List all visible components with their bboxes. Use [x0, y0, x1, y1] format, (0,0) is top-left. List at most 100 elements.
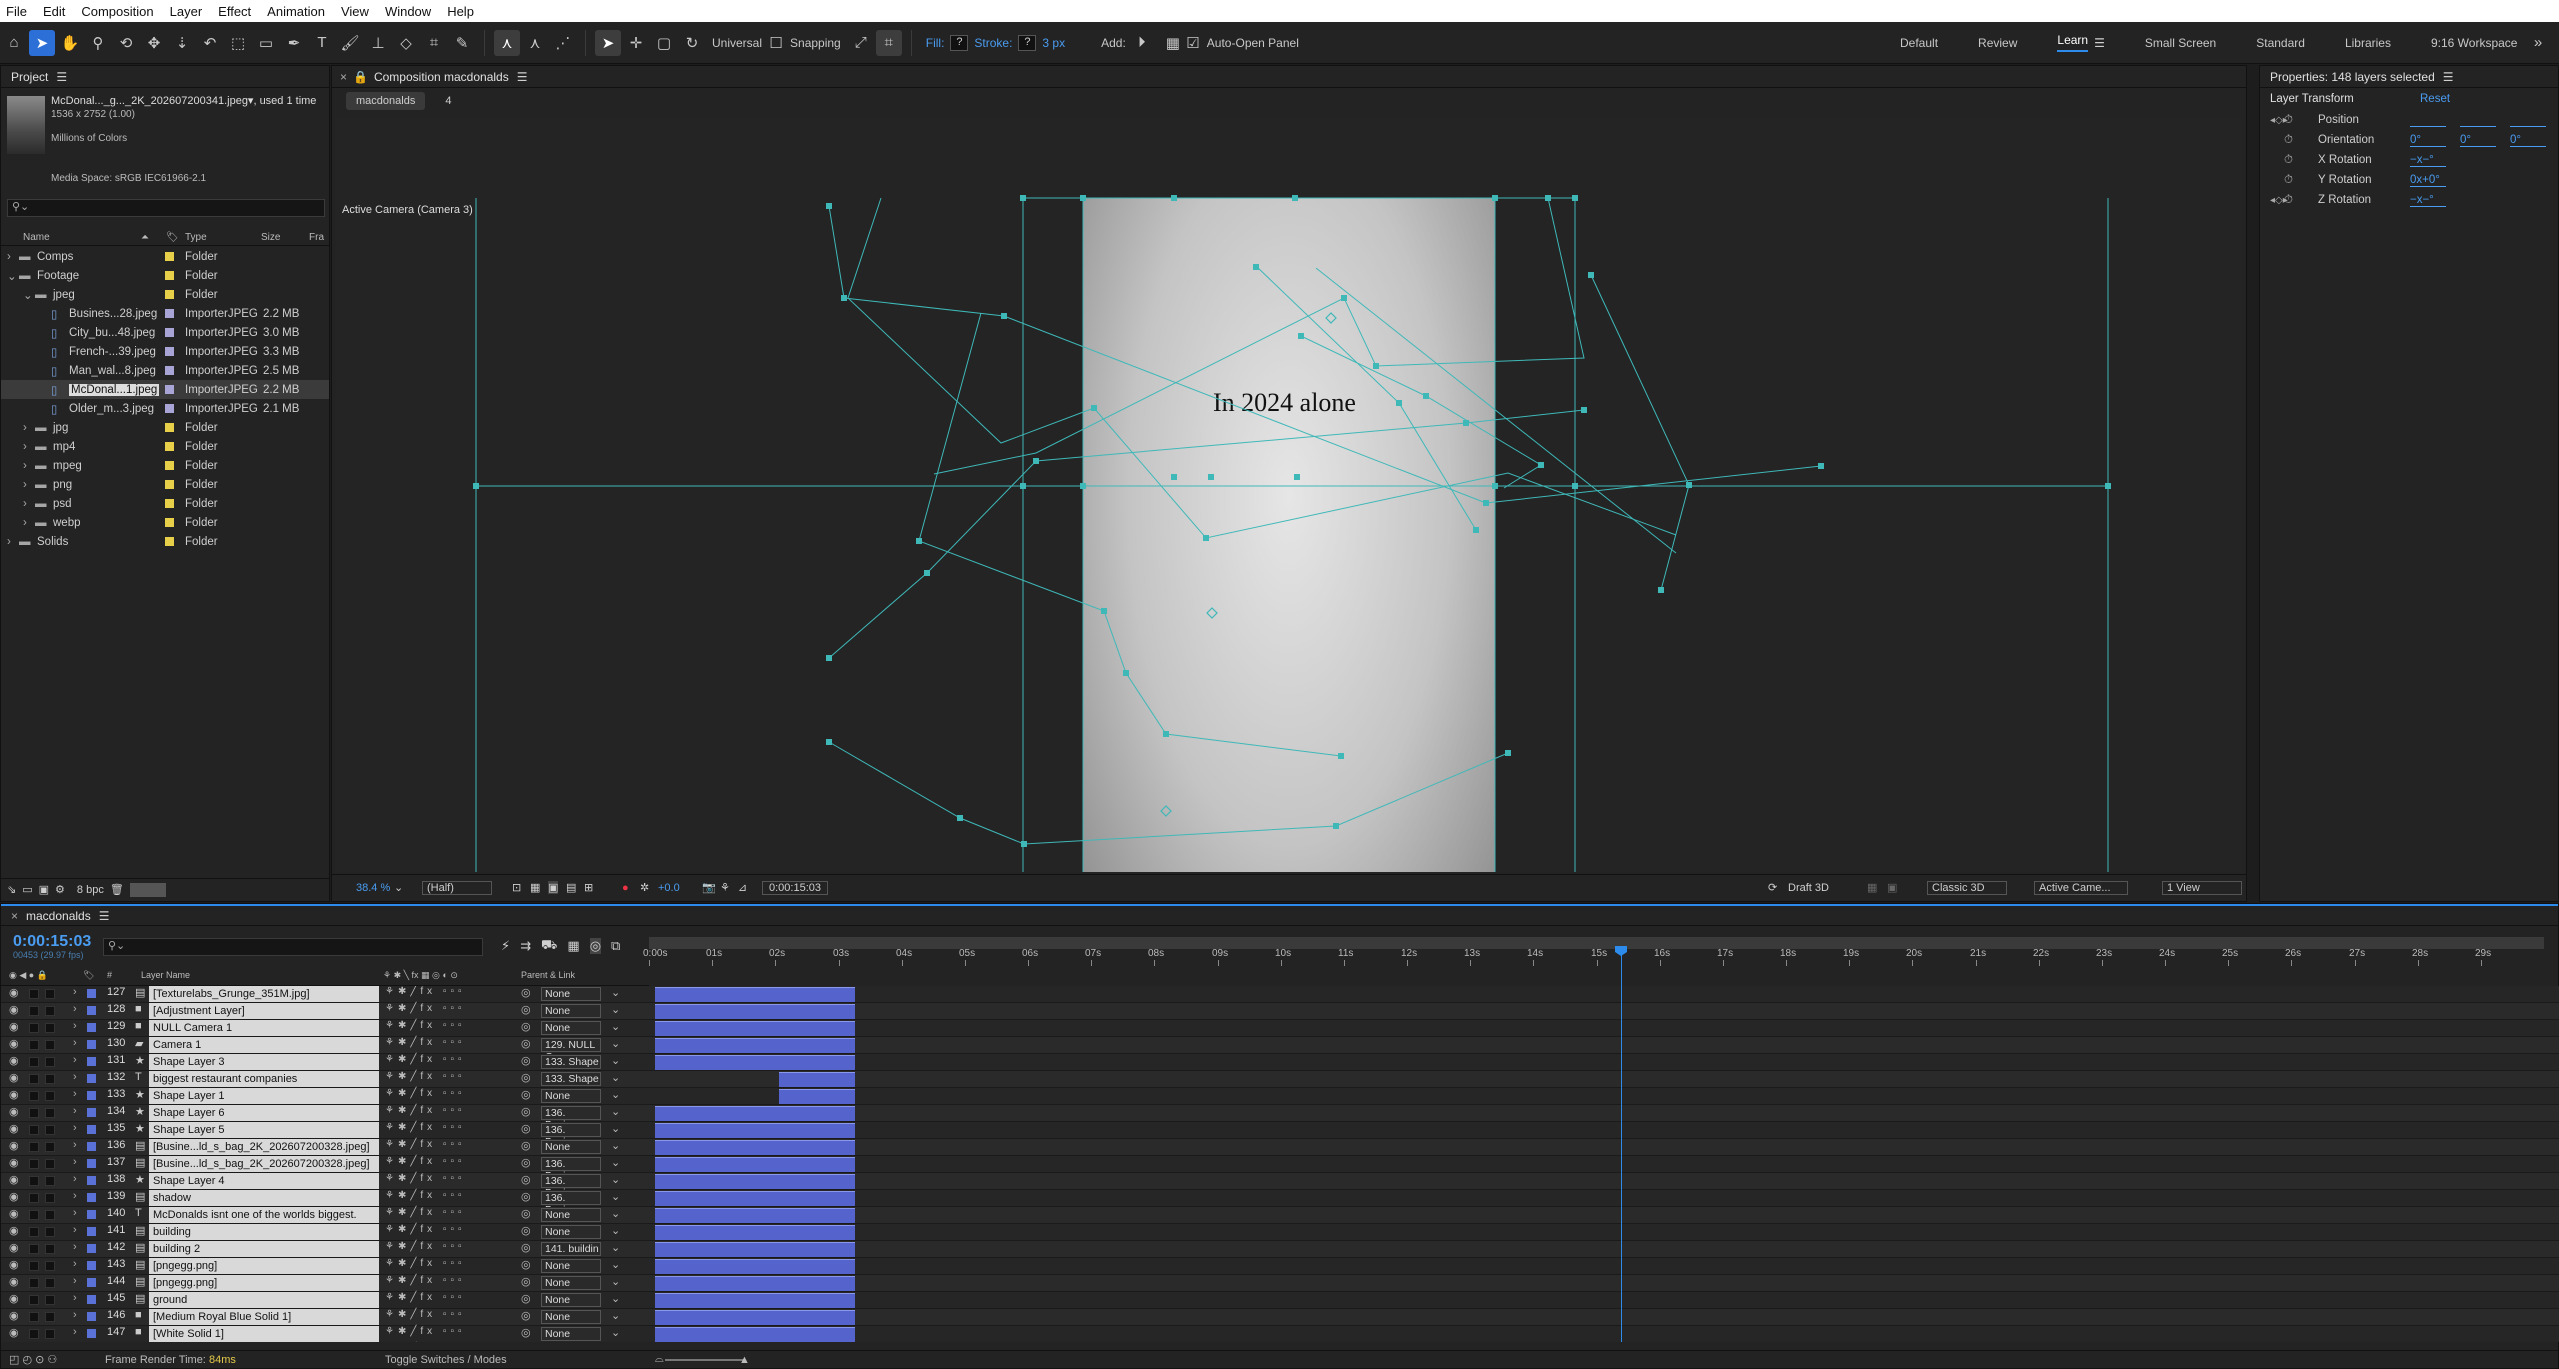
layer-duration-bar[interactable] — [655, 1208, 855, 1223]
chevron-down-icon[interactable]: ⌄ — [611, 1292, 620, 1305]
snapping-checkbox[interactable]: ☐ — [769, 30, 783, 56]
solo-switch[interactable] — [29, 1278, 39, 1288]
zoom-out-icon[interactable]: ⌓ — [655, 1353, 664, 1366]
layer-switches[interactable]: ⚘✱╱fx ▫▫▫ — [385, 1224, 466, 1235]
layer-duration-bar[interactable] — [655, 1225, 855, 1240]
layer-name[interactable]: Shape Layer 6 — [149, 1105, 379, 1121]
menu-layer[interactable]: Layer — [170, 4, 203, 19]
label-swatch[interactable] — [165, 499, 174, 508]
auto-open-checkbox[interactable]: ☑ — [1186, 30, 1200, 56]
layer-duration-bar[interactable] — [655, 1038, 855, 1053]
col-frame[interactable]: Fra — [309, 232, 324, 243]
layer-switches[interactable]: ⚘✱╱fx ▫▫▫ — [385, 1037, 466, 1048]
property-value[interactable]: −x−° — [2410, 194, 2446, 207]
label-swatch[interactable] — [165, 442, 174, 451]
parent-select[interactable]: 133. Shape — [541, 1055, 601, 1069]
layer-label-swatch[interactable] — [87, 1142, 96, 1151]
layer-name[interactable]: shadow — [149, 1190, 379, 1206]
lock-switch[interactable] — [45, 1312, 55, 1322]
axis-local-icon[interactable]: ⋏ — [494, 29, 520, 56]
layer-switches[interactable]: ⚘✱╱fx ▫▫▫ — [385, 1020, 466, 1031]
layer-row[interactable]: ◉ › 132 Tbiggest restaurant companies ⚘✱╱fx … — [1, 1071, 2559, 1088]
layer-duration-bar[interactable] — [655, 1327, 855, 1342]
rotate-gizmo-icon[interactable]: ↻ — [679, 30, 705, 56]
layer-row[interactable]: ◉ › 134 ★ Shape Layer 6 ⚘✱╱fx ▫▫▫ ◎ 136. Busine… — [1, 1105, 2559, 1131]
fill-swatch[interactable]: ? — [950, 34, 969, 51]
layer-duration-bar[interactable] — [655, 1191, 855, 1206]
layer-name[interactable]: McDonalds isnt one of the worlds biggest… — [149, 1207, 379, 1223]
layer-label-swatch[interactable] — [87, 1227, 96, 1236]
pickwhip-icon[interactable]: ◎ — [521, 1156, 531, 1169]
new-folder-icon[interactable]: ▭ — [22, 883, 32, 896]
playhead[interactable] — [1621, 946, 1622, 1342]
layer-label-swatch[interactable] — [87, 1261, 96, 1270]
layer-label-swatch[interactable] — [87, 1108, 96, 1117]
twirl-arrow-icon[interactable]: › — [73, 1207, 77, 1219]
renderer-select[interactable]: Classic 3D — [1927, 880, 2007, 895]
pickwhip-icon[interactable]: ◎ — [521, 1275, 531, 1288]
solo-switch[interactable] — [29, 1006, 39, 1016]
solo-switch[interactable] — [29, 1142, 39, 1152]
motion-blur-icon[interactable]: ◎ — [589, 938, 602, 954]
parent-select[interactable]: None — [541, 1089, 601, 1103]
menu-view[interactable]: View — [341, 4, 369, 19]
solo-switch[interactable] — [29, 1074, 39, 1084]
visibility-eye-icon[interactable]: ◉ — [9, 1156, 19, 1169]
layer-name[interactable]: [Busine...ld_s_bag_2K_202607200328.jpeg] — [149, 1139, 379, 1155]
col-type[interactable]: Type — [185, 232, 207, 243]
visibility-eye-icon[interactable]: ◉ — [9, 1241, 19, 1254]
twirl-arrow-icon[interactable]: › — [73, 1139, 77, 1151]
new-comp-icon[interactable]: ▣ — [39, 883, 49, 896]
pickwhip-icon[interactable]: ◎ — [521, 1105, 531, 1118]
visibility-eye-icon[interactable]: ◉ — [9, 1207, 19, 1220]
solo-switch[interactable] — [29, 1193, 39, 1203]
interpret-footage-icon[interactable]: ⇘ — [7, 883, 16, 896]
property-value[interactable]: 0° — [2460, 134, 2496, 147]
twirl-arrow-icon[interactable]: › — [73, 1037, 77, 1049]
chevron-down-icon[interactable]: ⌄ — [611, 1003, 620, 1016]
twirl-arrow-icon[interactable]: › — [73, 1122, 77, 1134]
layer-name[interactable]: biggest restaurant companies — [149, 1071, 379, 1087]
expand-arrow-icon[interactable]: › — [23, 517, 27, 529]
layer-label-swatch[interactable] — [87, 1091, 96, 1100]
region-icon[interactable]: ⊡ — [512, 881, 521, 894]
visibility-eye-icon[interactable]: ◉ — [9, 1292, 19, 1305]
pickwhip-icon[interactable]: ◎ — [521, 1088, 531, 1101]
parent-select[interactable]: None — [541, 1276, 601, 1290]
chevron-down-icon[interactable]: ⌄ — [611, 1173, 620, 1186]
shy-switch-icon[interactable]: ⛟ — [541, 937, 557, 955]
draft-switch-icon[interactable]: ⚡ — [501, 938, 510, 954]
lock-switch[interactable] — [45, 1091, 55, 1101]
visibility-eye-icon[interactable]: ◉ — [9, 1020, 19, 1033]
zoom-dropdown-icon[interactable]: ⌄ — [394, 881, 403, 894]
twirl-arrow-icon[interactable]: › — [73, 1156, 77, 1168]
comp-navigator-tab[interactable]: macdonalds — [346, 92, 426, 110]
rotate-tool-icon[interactable]: ↶ — [197, 30, 223, 56]
layer-switches[interactable]: ⚘✱╱fx ▫▫▫ — [385, 1105, 466, 1116]
layer-label-swatch[interactable] — [87, 1295, 96, 1304]
snapping-label[interactable]: Snapping — [790, 36, 841, 50]
solo-switch[interactable] — [29, 1329, 39, 1339]
layer-row[interactable]: ◉ › 133 ★ Shape Layer 1 ⚘✱╱fx ▫▫▫ ◎ None ⌄ — [1, 1088, 2559, 1105]
menu-file[interactable]: File — [6, 4, 27, 19]
project-item[interactable]: ⌄ ▬ jpeg Folder — [1, 285, 329, 304]
zoom-value[interactable]: 38.4 % — [356, 882, 390, 894]
label-col-icon[interactable]: 🏷 — [166, 232, 179, 243]
twirl-arrow-icon[interactable]: › — [73, 1241, 77, 1253]
twirl-arrow-icon[interactable]: › — [73, 1173, 77, 1185]
twirl-arrow-icon[interactable]: › — [73, 1224, 77, 1236]
visibility-eye-icon[interactable]: ◉ — [9, 1224, 19, 1237]
lock-icon[interactable]: 🔒 — [353, 70, 368, 84]
layer-label-swatch[interactable] — [87, 1006, 96, 1015]
layer-switches[interactable]: ⚘✱╱fx ▫▫▫ — [385, 1071, 466, 1082]
stroke-width-value[interactable]: 3 px — [1042, 36, 1065, 50]
twirl-arrow-icon[interactable]: › — [73, 1054, 77, 1066]
layer-label-swatch[interactable] — [87, 1159, 96, 1168]
layer-switches[interactable]: ⚘✱╱fx ▫▫▫ — [385, 1156, 466, 1167]
solo-switch[interactable] — [29, 1057, 39, 1067]
axis-world-icon[interactable]: ⋏ — [522, 30, 548, 56]
layer-label-swatch[interactable] — [87, 1023, 96, 1032]
expand-arrow-icon[interactable]: ⌄ — [7, 269, 17, 283]
visibility-eye-icon[interactable]: ◉ — [9, 1003, 19, 1016]
solo-switch[interactable] — [29, 1261, 39, 1271]
